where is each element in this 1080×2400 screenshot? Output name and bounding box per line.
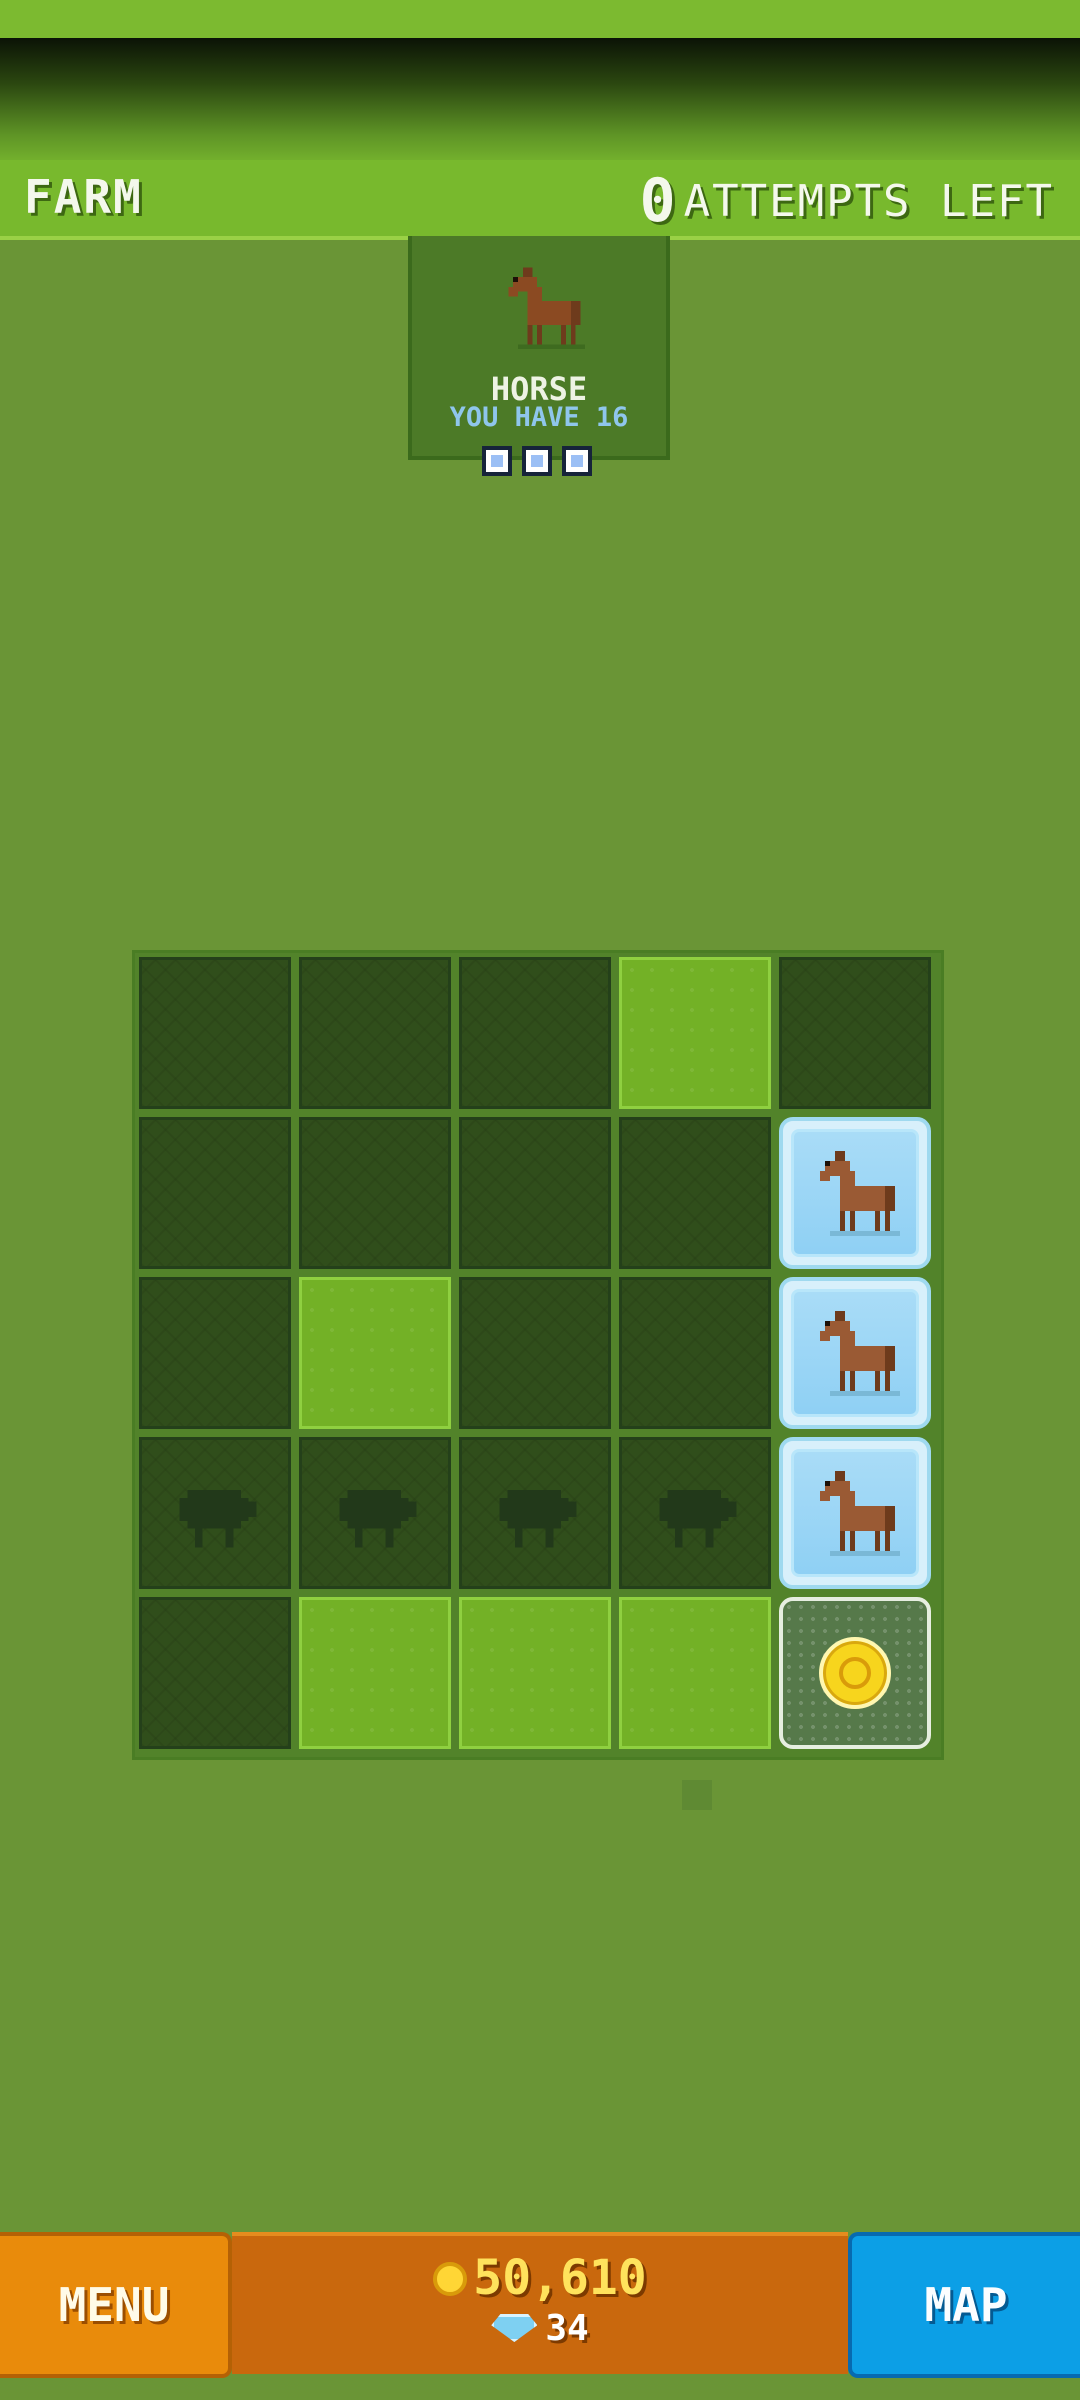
horse-icon xyxy=(820,1471,900,1556)
board-tile-sheep-slot[interactable] xyxy=(139,1437,291,1589)
board-tile-hidden[interactable] xyxy=(779,957,931,1109)
board-tile-hidden[interactable] xyxy=(139,1117,291,1269)
board-tile-hidden[interactable] xyxy=(619,1117,771,1269)
currency-panel: 50,610 34 xyxy=(232,2232,848,2374)
menu-button[interactable]: MENU xyxy=(0,2232,232,2378)
board-tile-grass[interactable] xyxy=(299,1277,451,1429)
attempts-label: ATTEMPTS LEFT xyxy=(683,175,1054,227)
target-owned-count: YOU HAVE 16 xyxy=(449,402,629,433)
header-bar: FARM 0 ATTEMPTS LEFT xyxy=(0,160,1080,240)
board-tile-hidden[interactable] xyxy=(139,957,291,1109)
top-shade xyxy=(0,38,1080,168)
progress-dot xyxy=(522,446,552,476)
board-tile-frozen-horse[interactable] xyxy=(779,1437,931,1589)
sheep-silhouette-icon xyxy=(179,1490,257,1548)
horse-icon xyxy=(820,1311,900,1396)
coin-icon xyxy=(433,2262,468,2296)
area-title: FARM xyxy=(24,170,143,224)
board-tile-sheep-slot[interactable] xyxy=(299,1437,451,1589)
board-tile-frozen-horse[interactable] xyxy=(779,1277,931,1429)
game-board xyxy=(132,950,944,1760)
bottom-bar: MENU 50,610 34 MAP xyxy=(0,2232,1080,2382)
board-tile-frozen-horse[interactable] xyxy=(779,1117,931,1269)
board-tile-coin[interactable] xyxy=(779,1597,931,1749)
nav-strip xyxy=(0,2382,1080,2400)
horse-icon xyxy=(820,1151,900,1236)
board-tile-hidden[interactable] xyxy=(139,1277,291,1429)
progress-dot xyxy=(482,446,512,476)
board-tile-sheep-slot[interactable] xyxy=(459,1437,611,1589)
gem-icon xyxy=(491,2314,538,2342)
board-tile-hidden[interactable] xyxy=(299,1117,451,1269)
board-marker xyxy=(682,1780,712,1810)
gem-amount: 34 xyxy=(545,2308,589,2349)
board-tile-hidden[interactable] xyxy=(459,1277,611,1429)
board-tile-hidden[interactable] xyxy=(299,957,451,1109)
board-tile-grass[interactable] xyxy=(459,1597,611,1749)
gem-balance: 34 xyxy=(232,2308,848,2349)
coin-balance: 50,610 xyxy=(232,2250,848,2306)
attempts-indicator: 0 ATTEMPTS LEFT xyxy=(640,166,1055,236)
board-tile-hidden[interactable] xyxy=(459,957,611,1109)
target-animal-card: HORSE YOU HAVE 16 xyxy=(408,236,670,460)
board-tile-hidden[interactable] xyxy=(459,1117,611,1269)
attempts-count: 0 xyxy=(639,166,676,236)
coin-amount: 50,610 xyxy=(473,2250,647,2306)
board-tile-grass[interactable] xyxy=(619,1597,771,1749)
board-tile-sheep-slot[interactable] xyxy=(619,1437,771,1589)
progress-dots xyxy=(482,446,592,476)
status-bar xyxy=(0,0,1080,38)
horse-icon xyxy=(508,267,586,350)
board-tile-hidden[interactable] xyxy=(619,1277,771,1429)
board-tile-grass[interactable] xyxy=(299,1597,451,1749)
coin-icon xyxy=(819,1637,891,1709)
board-tile-hidden[interactable] xyxy=(139,1597,291,1749)
progress-dot xyxy=(562,446,592,476)
sheep-silhouette-icon xyxy=(499,1490,577,1548)
board-tile-grass[interactable] xyxy=(619,957,771,1109)
map-button[interactable]: MAP xyxy=(848,2232,1080,2378)
sheep-silhouette-icon xyxy=(659,1490,737,1548)
sheep-silhouette-icon xyxy=(339,1490,417,1548)
